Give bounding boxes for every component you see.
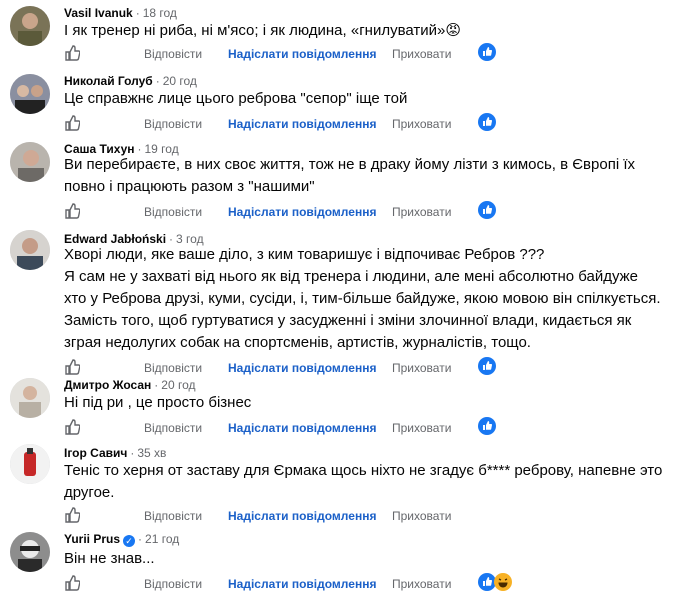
comment-text: Це справжнє лице цього реброва "сепор" і… — [64, 88, 664, 110]
avatar[interactable] — [10, 444, 50, 484]
comment-time[interactable]: 18 год — [143, 6, 177, 20]
send-message-button[interactable]: Надіслати повідомлення — [228, 202, 376, 222]
comment-meta: Ігор Савич · 35 хв — [64, 446, 166, 460]
avatar[interactable] — [10, 74, 50, 114]
reply-button[interactable]: Відповісти — [144, 418, 202, 438]
like-icon[interactable] — [64, 419, 80, 435]
verified-badge-icon: ✓ — [123, 535, 136, 547]
separator-dot: · — [154, 378, 159, 392]
hide-button[interactable]: Приховати — [392, 202, 451, 222]
author-name[interactable]: Николай Голуб — [64, 74, 153, 88]
reply-button[interactable]: Відповісти — [144, 202, 202, 222]
comment-line: Замість того, щоб гуртуватися у засуджен… — [64, 312, 632, 329]
comment-text: Теніс то херня от заставу для Єрмака щос… — [64, 460, 664, 504]
comment-time[interactable]: 21 год — [145, 532, 179, 546]
comment-line: Теніс то херня от заставу для Єрмака щос… — [64, 462, 663, 479]
separator-dot: · — [155, 74, 160, 88]
reply-button[interactable]: Відповісти — [144, 114, 202, 134]
like-reaction-icon[interactable] — [478, 357, 496, 375]
like-icon[interactable] — [64, 45, 80, 61]
avatar[interactable] — [10, 532, 50, 572]
hide-button[interactable]: Приховати — [392, 358, 451, 378]
comment-time[interactable]: 20 год — [163, 74, 197, 88]
like-reaction-icon[interactable] — [478, 43, 496, 61]
like-icon[interactable] — [64, 575, 80, 591]
comment-time[interactable]: 35 хв — [137, 446, 166, 460]
send-message-button[interactable]: Надіслати повідомлення — [228, 114, 376, 134]
send-message-button[interactable]: Надіслати повідомлення — [228, 44, 376, 64]
send-message-button[interactable]: Надіслати повідомлення — [228, 358, 376, 378]
reply-button[interactable]: Відповісти — [144, 574, 202, 594]
comment-text: Хворі люди, яке ваше діло, з ким товариш… — [64, 244, 664, 354]
author-name[interactable]: Ігор Савич — [64, 446, 127, 460]
comment-meta: Николай Голуб · 20 год — [64, 74, 197, 88]
separator-dot: · — [130, 446, 135, 460]
hide-button[interactable]: Приховати — [392, 114, 451, 134]
hide-button[interactable]: Приховати — [392, 418, 451, 438]
comment-text: І як тренер ні риба, ні м'ясо; і як люди… — [64, 20, 664, 42]
author-name[interactable]: Дмитро Жосан — [64, 378, 151, 392]
reply-button[interactable]: Відповісти — [144, 44, 202, 64]
comment-line: Ви перебираєте, в них своє життя, тож не… — [64, 156, 636, 173]
comment-line: зграя недолугих собак на спортсменів, ар… — [64, 334, 531, 351]
comment-text: Він не знав... — [64, 548, 664, 570]
like-icon[interactable] — [64, 203, 80, 219]
comment-text: Ви перебираєте, в них своє життя, тож не… — [64, 154, 664, 198]
comment-line: Хворі люди, яке ваше діло, з ким товариш… — [64, 246, 545, 263]
comment-line: Він не знав... — [64, 550, 155, 567]
like-reaction-icon[interactable] — [478, 113, 496, 131]
separator-dot: · — [135, 6, 140, 20]
comment-time[interactable]: 20 год — [161, 378, 195, 392]
comment-line: Це справжнє лице цього реброва "сепор" і… — [64, 90, 408, 107]
comment-line: Я сам не у захваті від нього як від трен… — [64, 268, 638, 285]
like-icon[interactable] — [64, 115, 80, 131]
avatar[interactable] — [10, 6, 50, 46]
send-message-button[interactable]: Надіслати повідомлення — [228, 418, 376, 438]
author-name[interactable]: Yurii Prus — [64, 532, 120, 546]
send-message-button[interactable]: Надіслати повідомлення — [228, 574, 376, 594]
like-reaction-icon[interactable] — [478, 417, 496, 435]
comment-line: І як тренер ні риба, ні м'ясо; і як люди… — [64, 22, 462, 39]
comment-meta: Yurii Prus ✓ · 21 год — [64, 532, 179, 547]
avatar[interactable] — [10, 378, 50, 418]
like-icon[interactable] — [64, 507, 80, 523]
like-icon[interactable] — [64, 359, 80, 375]
haha-reaction-icon[interactable] — [494, 573, 512, 591]
hide-button[interactable]: Приховати — [392, 574, 451, 594]
reply-button[interactable]: Відповісти — [144, 358, 202, 378]
send-message-button[interactable]: Надіслати повідомлення — [228, 506, 376, 526]
comment-meta: Vasil Ivanuk · 18 год — [64, 6, 177, 20]
comment-line: хто у Реброва друзі, куми, сусіди, і, ти… — [64, 290, 661, 307]
separator-dot: · — [138, 532, 143, 546]
author-name[interactable]: Vasil Ivanuk — [64, 6, 133, 20]
comment-text: Ні під ри , це просто бізнес — [64, 392, 664, 414]
comment-line: другое. — [64, 484, 115, 501]
comment-meta: Дмитро Жосан · 20 год — [64, 378, 196, 392]
comment-line: повно і працюють разом з "нашими" — [64, 178, 315, 195]
like-reaction-icon[interactable] — [478, 201, 496, 219]
reply-button[interactable]: Відповісти — [144, 506, 202, 526]
comment-line: Ні під ри , це просто бізнес — [64, 394, 252, 411]
avatar[interactable] — [10, 230, 50, 270]
avatar[interactable] — [10, 142, 50, 182]
hide-button[interactable]: Приховати — [392, 506, 451, 526]
hide-button[interactable]: Приховати — [392, 44, 451, 64]
